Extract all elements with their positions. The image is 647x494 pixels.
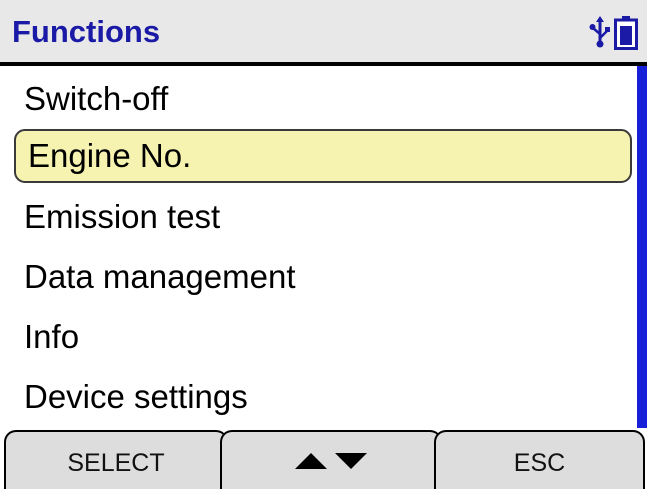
select-label: SELECT: [67, 449, 165, 477]
softkey-bar: SELECT ESC: [0, 430, 647, 489]
header-bar: Functions: [0, 0, 647, 64]
esc-button[interactable]: ESC: [434, 430, 645, 489]
functions-menu: Switch-off Engine No. Emission test Data…: [0, 66, 637, 428]
menu-item-emission-test[interactable]: Emission test: [14, 190, 632, 244]
menu-item-label: Emission test: [24, 198, 221, 235]
menu-item-engine-no[interactable]: Engine No.: [14, 129, 632, 183]
menu-item-label: Engine No.: [28, 137, 192, 174]
menu-item-label: Switch-off: [24, 80, 169, 117]
device-screen: Functions Switch-off Engine No. Emission…: [0, 0, 647, 489]
battery-icon: [614, 16, 638, 50]
page-title: Functions: [12, 14, 161, 49]
menu-item-info[interactable]: Info: [14, 310, 632, 364]
arrow-down-icon: [335, 453, 367, 470]
scrollbar[interactable]: [637, 66, 647, 428]
arrow-up-icon: [295, 453, 327, 470]
select-button[interactable]: SELECT: [4, 430, 228, 489]
navigate-button[interactable]: [220, 430, 442, 489]
menu-item-data-management[interactable]: Data management: [14, 250, 632, 304]
usb-icon: [589, 16, 610, 48]
menu-item-label: Info: [24, 318, 80, 355]
esc-label: ESC: [513, 449, 566, 477]
menu-item-label: Device settings: [24, 378, 248, 415]
menu-item-switch-off[interactable]: Switch-off: [14, 72, 632, 126]
menu-item-label: Data management: [24, 258, 296, 295]
menu-item-device-settings[interactable]: Device settings: [14, 370, 632, 424]
